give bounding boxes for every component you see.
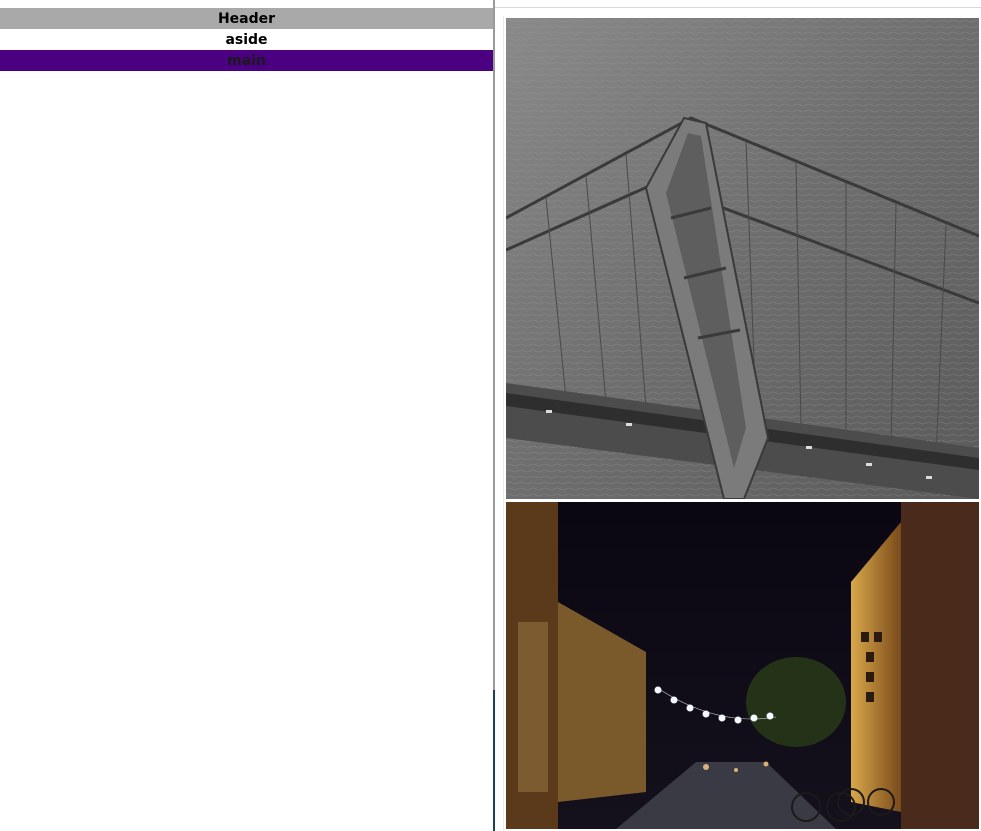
layout-demo-pane: Header aside main <box>0 0 493 831</box>
pane-divider[interactable] <box>493 0 495 831</box>
bridge-photo-graphic <box>506 18 979 499</box>
street-photo <box>506 502 979 829</box>
header-label: Header <box>217 10 276 27</box>
top-strip <box>495 0 981 8</box>
aside-label: aside <box>225 31 268 48</box>
main-label: main <box>227 52 266 69</box>
image-panel <box>503 16 979 831</box>
header-bar: Header <box>0 8 493 29</box>
aside-bar: aside <box>0 29 493 50</box>
bridge-photo <box>506 18 979 499</box>
street-photo-graphic <box>506 502 979 829</box>
main-bar: main <box>0 50 493 71</box>
